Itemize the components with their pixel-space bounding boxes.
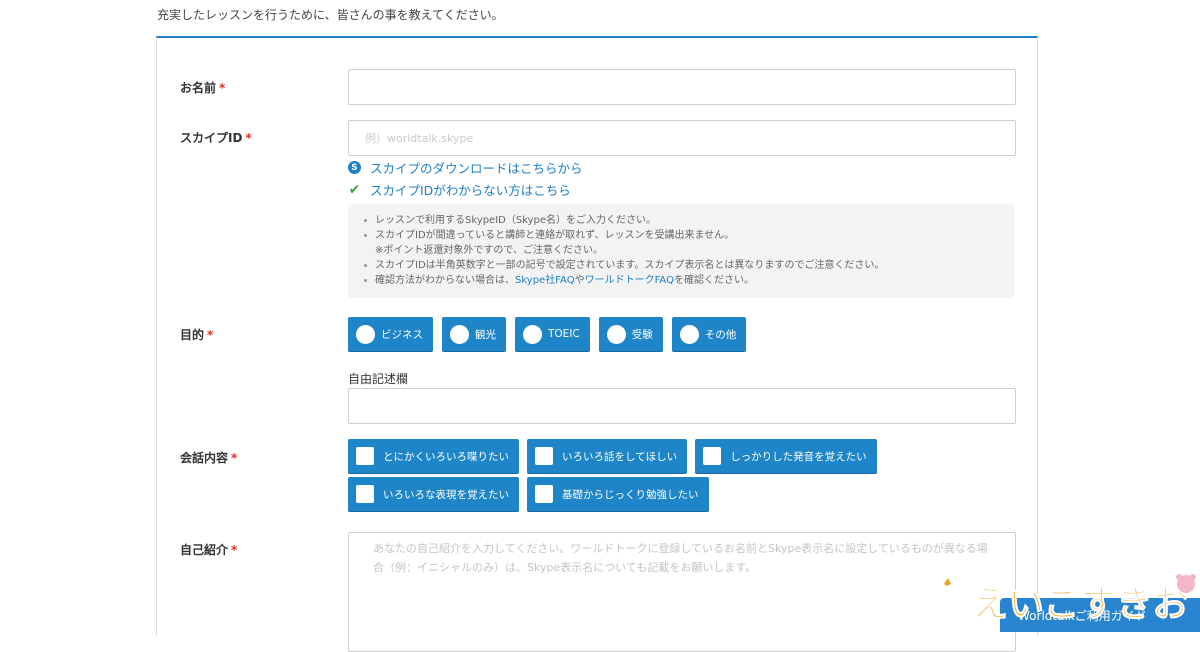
purpose-option-sightseeing[interactable]: 観光 xyxy=(442,317,506,351)
purpose-options: ビジネス 観光 TOEIC 受験 その他 xyxy=(348,317,747,351)
skype-id-help-link[interactable]: ✔ スカイプIDがわからない方はこちら xyxy=(348,180,571,199)
purpose-label-text: 目的 xyxy=(180,328,205,342)
conversation-option-basics[interactable]: 基礎からじっくり勉強したい xyxy=(527,477,709,511)
checkbox-square xyxy=(356,447,374,465)
purpose-label: 目的 * xyxy=(180,326,213,343)
radio-circle xyxy=(523,324,542,344)
note-text: や xyxy=(574,275,585,286)
checkbox-square xyxy=(535,485,553,503)
required-mark: * xyxy=(231,543,238,557)
note-item: ※ポイント返還対象外ですので、ご注意ください。 xyxy=(375,245,603,256)
purpose-option-business[interactable]: ビジネス xyxy=(348,317,433,351)
purpose-option-toeic[interactable]: TOEIC xyxy=(515,317,590,351)
self-intro-label: 自己紹介 * xyxy=(180,541,237,558)
radio-circle xyxy=(356,324,375,344)
purpose-option-label: その他 xyxy=(704,328,737,341)
usage-guide-button[interactable]: Worldtalkご利用ガイド xyxy=(1000,598,1200,632)
purpose-option-exam[interactable]: 受験 xyxy=(598,317,663,351)
conversation-option-label: とにかくいろいろ喋りたい xyxy=(383,450,509,463)
checkbox-square xyxy=(356,485,374,503)
note-item: スカイプIDが間違っていると講師と連絡が取れず、レッスンを受講出来ません。 xyxy=(364,228,1000,243)
skype-notes-box: レッスンで利用するSkypeID（Skype名）をご入力ください。 スカイプID… xyxy=(348,204,1014,298)
conversation-option-expressions[interactable]: いろいろな表現を覚えたい xyxy=(348,477,519,511)
conversation-options-row-1: とにかくいろいろ喋りたい いろいろ話をしてほしい しっかりした発音を覚えたい xyxy=(348,439,877,473)
free-text-input[interactable] xyxy=(348,388,1016,424)
purpose-option-label: ビジネス xyxy=(381,328,423,341)
purpose-option-label: 観光 xyxy=(475,328,496,341)
conversation-options-row-2: いろいろな表現を覚えたい 基礎からじっくり勉強したい xyxy=(348,477,709,511)
usage-guide-button-label: Worldtalkご利用ガイド xyxy=(1018,608,1147,623)
required-mark: * xyxy=(207,328,214,342)
free-text-label: 自由記述欄 xyxy=(348,372,409,386)
conversation-option-pronunciation[interactable]: しっかりした発音を覚えたい xyxy=(695,439,877,473)
skype-id-label-text: スカイプID xyxy=(180,131,243,145)
conversation-label: 会話内容 * xyxy=(180,449,237,466)
intro-text: 充実したレッスンを行うために、皆さんの事を教えてください。 xyxy=(157,8,504,22)
note-text: 確認方法がわからない場合は、 xyxy=(375,275,515,286)
skype-faq-link[interactable]: Skype社FAQ xyxy=(515,275,575,286)
radio-circle xyxy=(450,324,469,344)
conversation-option-be-talked-to[interactable]: いろいろ話をしてほしい xyxy=(527,439,688,473)
self-intro-label-text: 自己紹介 xyxy=(180,543,229,557)
conversation-option-label: しっかりした発音を覚えたい xyxy=(730,450,867,463)
radio-circle xyxy=(606,324,626,344)
note-text: を確認ください。 xyxy=(673,275,754,286)
conversation-option-label: いろいろな表現を覚えたい xyxy=(383,488,509,501)
note-item: スカイプIDは半角英数字と一部の記号で設定されています。スカイプ表示名とは異なり… xyxy=(364,258,1000,273)
checkbox-square xyxy=(703,447,722,465)
skype-id-input[interactable] xyxy=(348,120,1016,156)
skype-download-link[interactable]: S スカイプのダウンロードはこちらから xyxy=(348,158,583,177)
purpose-option-other[interactable]: その他 xyxy=(671,317,747,351)
note-item: レッスンで利用するSkypeID（Skype名）をご入力ください。 xyxy=(364,213,1000,228)
conversation-option-label: 基礎からじっくり勉強したい xyxy=(562,488,699,501)
check-icon: ✔ xyxy=(348,181,361,198)
required-mark: * xyxy=(245,131,252,145)
conversation-label-text: 会話内容 xyxy=(180,451,229,465)
conversation-option-talk-a-lot[interactable]: とにかくいろいろ喋りたい xyxy=(348,439,519,473)
required-mark: * xyxy=(219,81,226,95)
note-item-faq: 確認方法がわからない場合は、Skype社FAQやワールドトークFAQを確認くださ… xyxy=(364,273,1000,288)
purpose-option-label: 受験 xyxy=(631,328,653,341)
logo-bear-icon xyxy=(1177,575,1195,593)
name-input[interactable] xyxy=(348,69,1016,105)
self-intro-textarea[interactable] xyxy=(348,532,1016,652)
skype-id-help-link-text: スカイプIDがわからない方はこちら xyxy=(370,183,571,198)
skype-id-label: スカイプID * xyxy=(180,129,252,146)
name-label-text: お名前 xyxy=(180,81,217,95)
skype-icon: S xyxy=(348,161,361,174)
worldtalk-faq-link[interactable]: ワールドトークFAQ xyxy=(585,275,674,286)
checkbox-square xyxy=(535,447,553,465)
purpose-option-label: TOEIC xyxy=(548,328,580,340)
required-mark: * xyxy=(231,451,238,465)
conversation-option-label: いろいろ話をしてほしい xyxy=(562,450,678,463)
radio-circle xyxy=(679,324,699,344)
skype-download-link-text: スカイプのダウンロードはこちらから xyxy=(370,161,583,176)
name-label: お名前 * xyxy=(180,79,225,96)
